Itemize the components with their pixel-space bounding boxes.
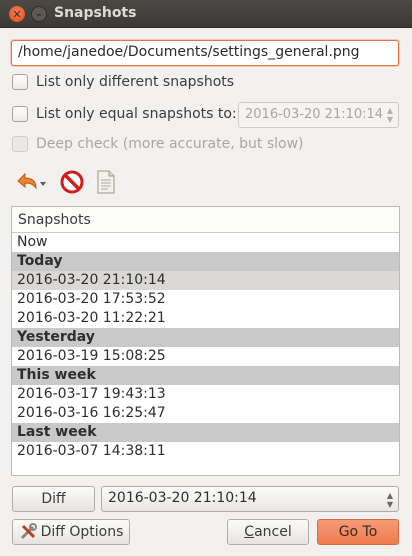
diff-snapshot-value: 2016-03-20 21:10:14	[108, 490, 257, 506]
list-different-checkbox[interactable]	[12, 74, 28, 90]
undo-restore-icon	[17, 172, 46, 190]
diff-options-label: Diff Options	[40, 524, 124, 540]
snapshot-group-header[interactable]: Last week	[12, 423, 399, 442]
snapshot-row[interactable]: 2016-03-16 16:25:47	[12, 404, 399, 423]
snapshot-row[interactable]: 2016-03-17 19:43:13	[12, 385, 399, 404]
snapshots-list[interactable]: Snapshots Now Today 2016-03-20 21:10:14 201…	[11, 206, 400, 476]
minimize-icon[interactable]: –	[31, 6, 47, 22]
file-icon	[97, 170, 115, 194]
snapshot-row[interactable]: 2016-03-20 21:10:14	[12, 271, 399, 290]
equal-snapshot-value: 2016-03-20 21:10:14	[245, 107, 384, 122]
select-arrows-icon: ▲ ▼	[386, 491, 393, 509]
cancel-mnemonic: C	[244, 524, 255, 540]
snapshot-group-header[interactable]: This week	[12, 366, 399, 385]
toolbar	[14, 168, 128, 196]
snapshot-group-header[interactable]: Yesterday	[12, 328, 399, 347]
diff-snapshot-select[interactable]: 2016-03-20 21:10:14 ▲ ▼	[101, 486, 399, 512]
list-different-option[interactable]: List only different snapshots	[12, 74, 234, 90]
list-equal-label: List only equal snapshots to:	[36, 106, 237, 122]
goto-button[interactable]: Go To	[317, 519, 399, 545]
tools-icon	[20, 523, 37, 540]
delete-icon	[60, 170, 84, 194]
list-equal-checkbox[interactable]	[12, 106, 28, 122]
list-equal-option[interactable]: List only equal snapshots to:	[12, 106, 237, 122]
diff-options-button[interactable]: Diff Options	[12, 519, 130, 545]
spin-arrows-icon: ▲ ▼	[386, 106, 393, 124]
cancel-button[interactable]: Cancel	[227, 519, 309, 545]
restore-button[interactable]	[14, 171, 48, 193]
open-file-button[interactable]	[96, 170, 116, 194]
list-different-label: List only different snapshots	[36, 74, 235, 90]
equal-snapshot-combo: 2016-03-20 21:10:14 ▲ ▼	[238, 102, 399, 128]
snapshot-row[interactable]: 2016-03-07 14:38:11	[12, 442, 399, 461]
close-icon[interactable]: ✕	[9, 6, 25, 22]
snapshot-group-header[interactable]: Today	[12, 252, 399, 271]
deep-check-checkbox	[12, 136, 28, 152]
path-input[interactable]: /home/janedoe/Documents/settings_general…	[11, 40, 399, 66]
window-title: Snapshots	[54, 5, 137, 21]
diff-button[interactable]: Diff	[12, 486, 95, 512]
snapshots-column-header[interactable]: Snapshots	[12, 207, 399, 233]
delete-button[interactable]	[60, 170, 84, 194]
deep-check-option: Deep check (more accurate, but slow)	[12, 136, 304, 152]
title-bar: ✕ – Snapshots	[0, 0, 412, 28]
snapshots-rows: Now Today 2016-03-20 21:10:14 2016-03-20 17…	[12, 233, 399, 461]
cancel-label: ancel	[254, 524, 292, 540]
snapshot-row[interactable]: 2016-03-19 15:08:25	[12, 347, 399, 366]
snapshot-row[interactable]: 2016-03-20 17:53:52	[12, 290, 399, 309]
snapshot-row[interactable]: 2016-03-20 11:22:21	[12, 309, 399, 328]
snapshot-row[interactable]: Now	[12, 233, 399, 252]
deep-check-label: Deep check (more accurate, but slow)	[36, 136, 304, 152]
